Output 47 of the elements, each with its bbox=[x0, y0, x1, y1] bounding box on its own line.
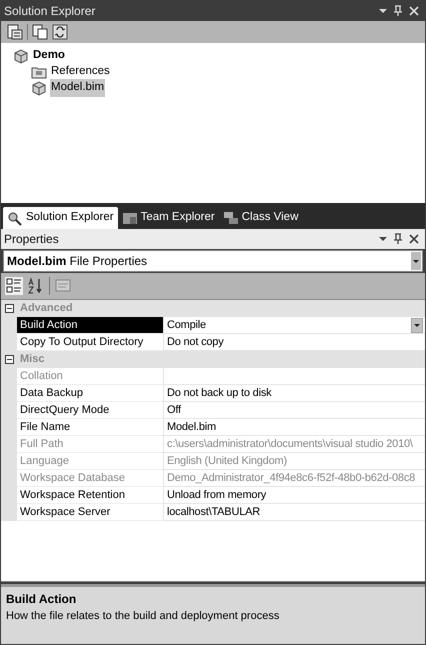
pin-icon[interactable] bbox=[392, 233, 404, 245]
property-value[interactable]: Model.bim bbox=[163, 419, 425, 436]
categorized-icon[interactable] bbox=[5, 277, 23, 295]
property-value[interactable]: localhost\TABULAR bbox=[163, 504, 425, 521]
tree-item[interactable]: References bbox=[50, 63, 111, 81]
property-name[interactable]: Workspace Retention bbox=[17, 487, 163, 504]
category-label: Advanced bbox=[19, 301, 73, 316]
server-icon bbox=[122, 210, 138, 226]
property-name[interactable]: Data Backup bbox=[17, 385, 163, 402]
description-text: How the file relates to the build and deployment process bbox=[6, 609, 280, 624]
property-value[interactable]: Compile bbox=[163, 317, 425, 334]
close-icon[interactable] bbox=[408, 233, 420, 245]
panel-tab[interactable]: Class View bbox=[218, 207, 302, 229]
diagram-icon bbox=[222, 210, 239, 226]
category-label: Misc bbox=[19, 352, 44, 368]
cube-icon[interactable] bbox=[31, 80, 47, 96]
dropdown-icon[interactable] bbox=[378, 234, 388, 244]
panel-title: Properties bbox=[4, 231, 59, 248]
property-name[interactable]: File Name bbox=[17, 419, 163, 436]
refresh-icon[interactable] bbox=[52, 24, 68, 40]
tree-item[interactable]: Demo bbox=[32, 47, 66, 65]
panel-title: Solution Explorer bbox=[4, 3, 96, 20]
properties-icon[interactable] bbox=[7, 24, 23, 40]
panel-tab[interactable]: Solution Explorer bbox=[3, 207, 118, 229]
property-value: Demo_Administrator_4f94e8c6-f52f-48b0-b62d-08c8 bbox=[163, 470, 425, 487]
property-value[interactable]: Do not back up to disk bbox=[163, 385, 425, 402]
collapse-toggle-icon[interactable] bbox=[4, 355, 14, 364]
description-title: Build Action bbox=[6, 591, 78, 608]
object-name: Model.bim File Properties bbox=[7, 253, 148, 270]
property-name[interactable]: Build Action bbox=[17, 317, 163, 334]
property-name[interactable]: Workspace Server bbox=[17, 504, 163, 521]
property-name[interactable]: DirectQuery Mode bbox=[17, 402, 163, 419]
collapse-toggle-icon[interactable] bbox=[4, 304, 14, 313]
magnifier-icon bbox=[7, 210, 23, 226]
property-value[interactable]: Do not copy bbox=[163, 334, 425, 351]
property-value[interactable]: Unload from memory bbox=[163, 487, 425, 504]
dropdown-icon[interactable] bbox=[378, 6, 388, 16]
copy-files-icon[interactable] bbox=[32, 24, 48, 40]
object-selector[interactable]: Model.bim File Properties bbox=[3, 250, 423, 272]
property-value[interactable]: Off bbox=[163, 402, 425, 419]
panel-tab[interactable]: Team Explorer bbox=[118, 207, 219, 229]
tree-item[interactable]: Model.bim bbox=[50, 79, 106, 97]
property-name[interactable]: Copy To Output Directory bbox=[17, 334, 163, 351]
dropdown-arrow-icon[interactable] bbox=[411, 318, 423, 332]
property-value: English (United Kingdom) bbox=[163, 453, 425, 470]
cube-icon[interactable] bbox=[13, 48, 29, 64]
property-value: c:\users\administrator\documents\visual studio 2010\ bbox=[163, 436, 425, 453]
